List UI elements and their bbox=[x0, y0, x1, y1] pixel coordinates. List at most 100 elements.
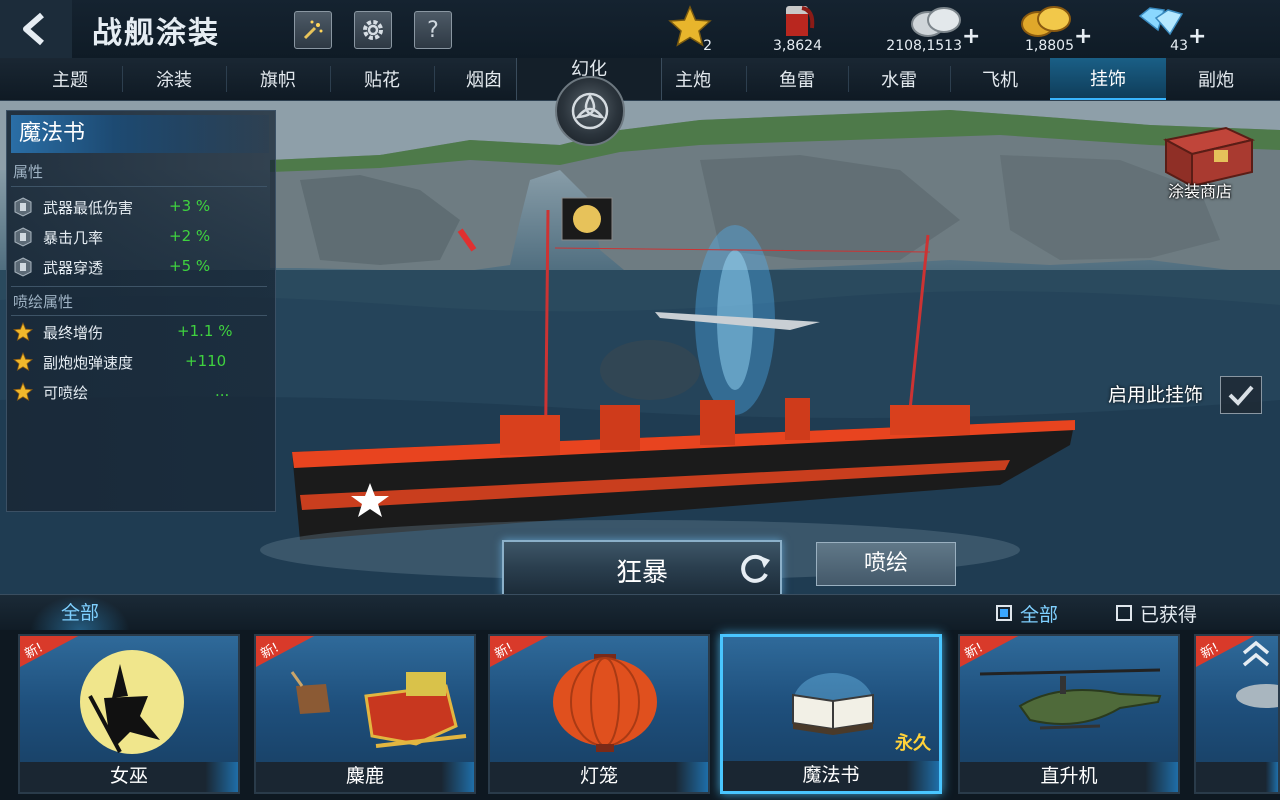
gold-coins-icon bbox=[1021, 6, 1071, 37]
help-icon: ? bbox=[427, 17, 439, 43]
divider bbox=[11, 315, 267, 316]
divider bbox=[11, 286, 267, 287]
attribute-name: 武器穿透 bbox=[43, 259, 104, 277]
tab-paint[interactable]: 涂装 bbox=[122, 58, 226, 100]
silver-add-button[interactable]: + bbox=[962, 24, 980, 49]
enable-ornament-checkbox[interactable] bbox=[1220, 376, 1262, 414]
silver-resource[interactable]: 2108,1513 + bbox=[872, 2, 980, 56]
top-bar: 战舰涂装 ? 2 3,8624 2108,1513 + 1,8805 + 43 … bbox=[0, 0, 1280, 59]
filter-all-label: 全部 bbox=[1020, 603, 1059, 626]
ornament-card-reindeer[interactable]: 新! 麋鹿 bbox=[254, 634, 476, 794]
attribute-name: 可喷绘 bbox=[43, 384, 89, 402]
attribute-name: 暴击几率 bbox=[43, 229, 104, 247]
gold-count: 1,8805 bbox=[1025, 38, 1074, 54]
filter-all-option[interactable]: 全部 bbox=[996, 601, 1059, 626]
tab-flag[interactable]: 旗帜 bbox=[226, 58, 330, 100]
attribute-value: +2 % bbox=[169, 227, 211, 245]
spray-attribute-row: 最终增伤 +1.1 % bbox=[13, 319, 263, 345]
tab-decal[interactable]: 贴花 bbox=[330, 58, 434, 100]
filter-all-checkbox[interactable] bbox=[996, 605, 1012, 621]
paint-shop-button[interactable]: 涂装商店 bbox=[1150, 120, 1260, 204]
settings-button[interactable] bbox=[354, 11, 392, 49]
double-chevron-up-icon bbox=[1242, 640, 1270, 667]
attribute-value: ... bbox=[215, 382, 230, 400]
attribute-value: +110 bbox=[185, 352, 227, 370]
enable-ornament-label: 启用此挂饰 bbox=[1108, 384, 1204, 406]
gold-resource[interactable]: 1,8805 + bbox=[1016, 2, 1092, 56]
checkmark-icon bbox=[1228, 385, 1254, 406]
scroll-up-button[interactable] bbox=[1236, 636, 1276, 672]
filter-owned-option[interactable]: 已获得 bbox=[1116, 601, 1198, 626]
help-button[interactable]: ? bbox=[414, 11, 452, 49]
firework-button[interactable] bbox=[294, 11, 332, 49]
transform-emblem-button[interactable] bbox=[555, 76, 625, 146]
enable-ornament-toggle[interactable]: 启用此挂饰 bbox=[1100, 374, 1280, 414]
spray-button[interactable]: 喷绘 bbox=[816, 542, 956, 586]
silver-coins-icon bbox=[911, 7, 961, 37]
card-name: 魔法书 bbox=[802, 764, 860, 786]
silver-count: 2108,1513 bbox=[886, 38, 962, 54]
attribute-row: 武器穿透 +5 % bbox=[13, 254, 263, 280]
spray-attribute-row: 副炮炮弹速度 +110 bbox=[13, 349, 263, 375]
star-resource: 2 bbox=[668, 2, 712, 56]
attribute-value: +5 % bbox=[169, 257, 211, 275]
star-count: 2 bbox=[703, 38, 712, 54]
permanent-tag: 永久 bbox=[895, 733, 931, 754]
firework-icon bbox=[303, 20, 323, 40]
back-button[interactable] bbox=[0, 0, 72, 58]
diamond-count: 43 bbox=[1170, 38, 1188, 54]
filter-owned-label: 已获得 bbox=[1140, 603, 1198, 626]
attribute-name: 最终增伤 bbox=[43, 324, 104, 342]
berserk-button[interactable]: 狂暴 bbox=[502, 540, 782, 596]
tab-torpedo[interactable]: 鱼雷 bbox=[746, 58, 848, 100]
tab-secondary-gun[interactable]: 副炮 bbox=[1166, 58, 1266, 100]
ornament-list: 新! 女巫 新! 麋鹿 新! 灯笼 永久 魔法书 新! 直升机 新! bbox=[0, 630, 1280, 800]
gold-star-icon bbox=[13, 382, 33, 402]
attribute-name: 副炮炮弹速度 bbox=[43, 354, 134, 372]
diamond-resource[interactable]: 43 + bbox=[1134, 2, 1206, 56]
refresh-icon bbox=[741, 554, 770, 583]
back-arrow-icon bbox=[23, 12, 44, 46]
paint-resource: 3,8624 bbox=[760, 2, 822, 56]
tab-mine[interactable]: 水雷 bbox=[848, 58, 950, 100]
attributes-header: 属性 bbox=[13, 163, 44, 181]
page-title: 战舰涂装 bbox=[92, 16, 220, 51]
gold-star-icon bbox=[13, 322, 33, 342]
card-name: 女巫 bbox=[109, 765, 148, 787]
attribute-icon bbox=[14, 197, 32, 217]
gold-add-button[interactable]: + bbox=[1074, 24, 1092, 49]
attribute-row: 暴击几率 +2 % bbox=[13, 224, 263, 250]
tab-theme[interactable]: 主题 bbox=[18, 58, 122, 100]
paint-count: 3,8624 bbox=[773, 38, 822, 54]
ornament-card-magic-book[interactable]: 永久 魔法书 bbox=[720, 634, 942, 794]
gold-star-icon bbox=[13, 352, 33, 372]
card-name: 直升机 bbox=[1040, 765, 1098, 787]
attribute-row: 武器最低伤害 +3 % bbox=[13, 194, 263, 220]
attribute-value: +3 % bbox=[169, 197, 211, 215]
diamond-add-button[interactable]: + bbox=[1188, 24, 1206, 49]
spray-attribute-row: 可喷绘 ... bbox=[13, 379, 263, 405]
category-all-tab[interactable]: 全部 bbox=[30, 595, 130, 631]
tab-ornament[interactable]: 挂饰 bbox=[1050, 58, 1166, 100]
ornament-card-lantern[interactable]: 新! 灯笼 bbox=[488, 634, 710, 794]
divider bbox=[11, 186, 267, 187]
triquetra-icon bbox=[571, 92, 609, 130]
paint-bucket-icon bbox=[786, 6, 815, 36]
paint-shop-label: 涂装商店 bbox=[1168, 182, 1233, 201]
item-name: 魔法书 bbox=[11, 115, 269, 153]
tab-aircraft[interactable]: 飞机 bbox=[950, 58, 1050, 100]
card-name: 麋鹿 bbox=[345, 765, 384, 787]
diamond-icon bbox=[1138, 7, 1184, 36]
spray-attributes-header: 喷绘属性 bbox=[13, 293, 74, 311]
ornament-card-helicopter[interactable]: 新! 直升机 bbox=[958, 634, 1180, 794]
tab-main-gun[interactable]: 主炮 bbox=[660, 58, 726, 100]
gear-icon bbox=[363, 20, 383, 40]
filter-bar: 全部 全部 已获得 bbox=[0, 594, 1280, 631]
filter-owned-checkbox[interactable] bbox=[1116, 605, 1132, 621]
attribute-icon bbox=[14, 227, 32, 247]
attribute-name: 武器最低伤害 bbox=[43, 199, 134, 217]
attribute-icon bbox=[14, 257, 32, 277]
ornament-card-witch[interactable]: 新! 女巫 bbox=[18, 634, 240, 794]
attribute-value: +1.1 % bbox=[177, 322, 233, 340]
card-name: 灯笼 bbox=[579, 765, 618, 787]
